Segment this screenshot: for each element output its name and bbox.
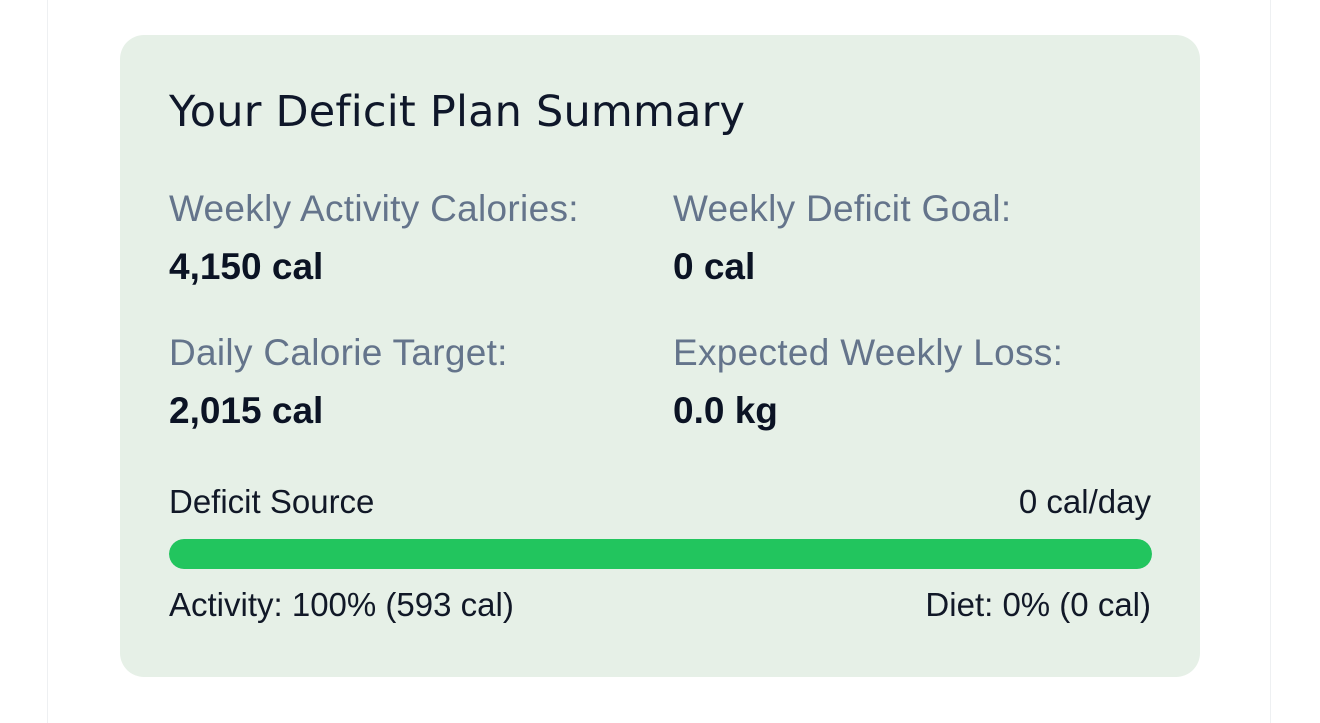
stat-weekly-activity-calories: Weekly Activity Calories: 4,150 cal [169,187,579,290]
summary-title: Your Deficit Plan Summary [169,87,746,137]
deficit-source-progress-bar [169,539,1152,569]
stat-daily-calorie-target: Daily Calorie Target: 2,015 cal [169,331,508,434]
stat-label: Weekly Activity Calories: [169,188,579,229]
deficit-split-row: Activity: 100% (593 cal) Diet: 0% (0 cal… [169,585,1151,625]
stat-value: 0 cal [673,246,756,288]
stat-value: 4,150 cal [169,246,324,288]
deficit-per-day: 0 cal/day [1018,483,1151,520]
deficit-plan-summary-card: Your Deficit Plan Summary Weekly Activit… [120,35,1200,677]
activity-share-fill [169,539,1152,569]
stat-label: Expected Weekly Loss: [673,332,1064,373]
page: Your Deficit Plan Summary Weekly Activit… [0,0,1320,723]
stat-weekly-deficit-goal: Weekly Deficit Goal: 0 cal [673,187,1011,290]
diet-share-text: Diet: 0% (0 cal) [925,586,1151,623]
deficit-source-label: Deficit Source [169,483,375,520]
activity-share-text: Activity: 100% (593 cal) [169,586,514,623]
stat-value: 0.0 kg [673,390,778,432]
stat-expected-weekly-loss: Expected Weekly Loss: 0.0 kg [673,331,1063,434]
stat-label: Weekly Deficit Goal: [673,188,1012,229]
stat-label: Daily Calorie Target: [169,332,508,373]
stat-value: 2,015 cal [169,390,324,432]
deficit-source-header: Deficit Source 0 cal/day [169,482,1151,522]
